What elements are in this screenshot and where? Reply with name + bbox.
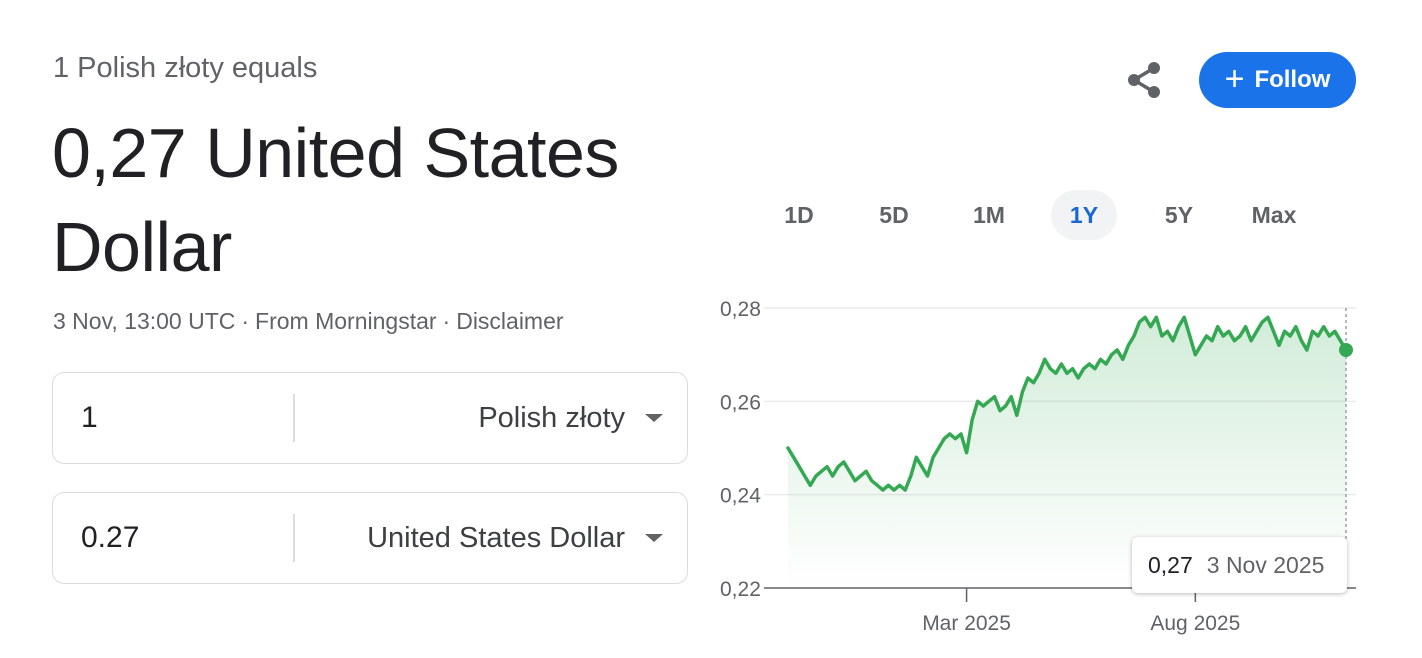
tooltip-date: 3 Nov 2025 bbox=[1206, 551, 1325, 578]
to-amount-input[interactable]: 0.27 bbox=[53, 521, 293, 555]
disclaimer-link[interactable]: Disclaimer bbox=[456, 308, 563, 334]
range-5y[interactable]: 5Y bbox=[1146, 190, 1212, 240]
source-link[interactable]: From Morningstar bbox=[255, 308, 436, 334]
subtitle: 1 Polish złoty equals bbox=[53, 52, 318, 84]
share-icon bbox=[1128, 62, 1160, 98]
to-currency-label: United States Dollar bbox=[367, 521, 625, 554]
range-5d[interactable]: 5D bbox=[861, 190, 927, 240]
timestamp: 3 Nov, 13:00 UTC bbox=[53, 308, 236, 334]
plus-icon: + bbox=[1224, 59, 1245, 98]
conversion-result: 0,27 United States Dollar bbox=[52, 114, 619, 286]
tooltip-value: 0,27 bbox=[1148, 551, 1193, 578]
follow-button[interactable]: + Follow bbox=[1199, 52, 1356, 108]
to-converter: 0.27 United States Dollar bbox=[52, 492, 688, 584]
source-meta: 3 Nov, 13:00 UTC · From Morningstar · Discla… bbox=[53, 308, 564, 335]
range-1d[interactable]: 1D bbox=[766, 190, 832, 240]
from-currency-select[interactable]: Polish złoty bbox=[295, 402, 687, 435]
meta-separator: · bbox=[442, 308, 451, 334]
y-tick-label: 0,24 bbox=[720, 485, 761, 508]
to-currency-select[interactable]: United States Dollar bbox=[295, 522, 687, 555]
chart-tooltip: 0,27 3 Nov 2025 bbox=[1132, 537, 1347, 593]
from-converter: 1 Polish złoty bbox=[52, 372, 688, 464]
caret-down-icon bbox=[645, 534, 663, 542]
range-1m[interactable]: 1M bbox=[956, 190, 1022, 240]
meta-separator: · bbox=[241, 308, 250, 334]
caret-down-icon bbox=[645, 414, 663, 422]
range-max[interactable]: Max bbox=[1241, 190, 1307, 240]
y-tick-label: 0,28 bbox=[720, 298, 761, 321]
share-button[interactable] bbox=[1122, 58, 1166, 102]
range-1y[interactable]: 1Y bbox=[1051, 190, 1117, 240]
x-tick-label: Aug 2025 bbox=[1150, 612, 1240, 635]
x-tick-label: Mar 2025 bbox=[922, 612, 1011, 635]
y-tick-label: 0,22 bbox=[720, 578, 761, 601]
from-currency-label: Polish złoty bbox=[478, 401, 625, 434]
from-amount-input[interactable]: 1 bbox=[53, 401, 293, 435]
follow-label: Follow bbox=[1254, 66, 1331, 93]
y-tick-label: 0,26 bbox=[720, 391, 761, 414]
current-value-dot bbox=[1339, 343, 1353, 357]
